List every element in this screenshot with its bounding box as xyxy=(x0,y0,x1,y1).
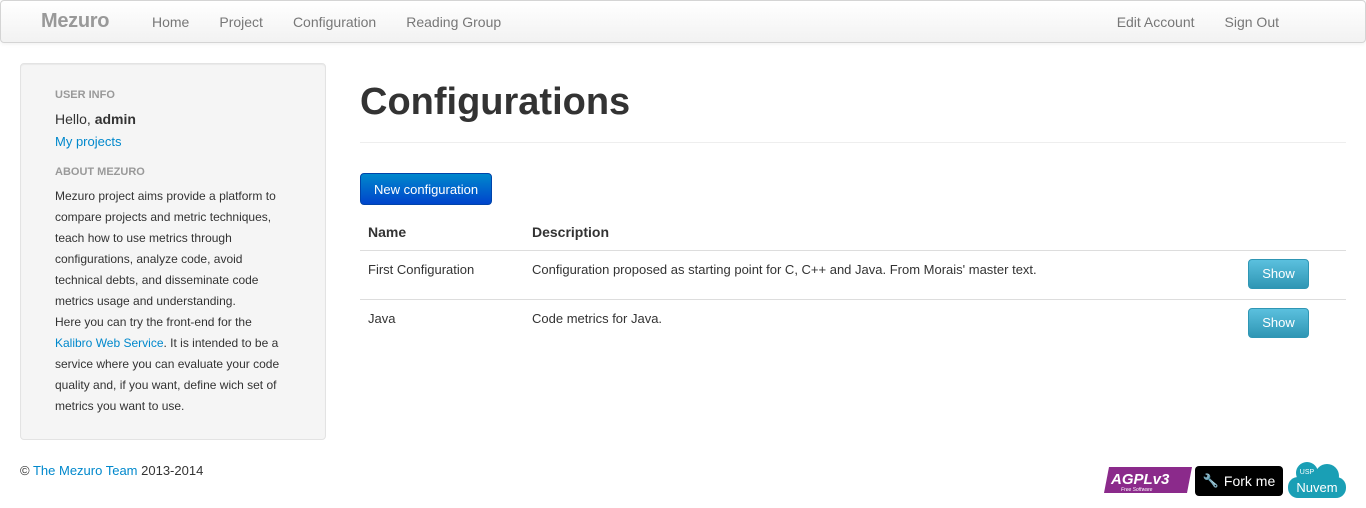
kalibro-link[interactable]: Kalibro Web Service xyxy=(55,336,164,350)
nav-right: Edit Account Sign Out xyxy=(1102,1,1294,41)
row-description: Configuration proposed as starting point… xyxy=(524,250,1240,300)
nuvem-badge[interactable]: USP Nuvem xyxy=(1286,461,1348,499)
greeting: Hello, admin xyxy=(38,109,308,129)
wrench-icon: 🔧 xyxy=(1202,473,1219,488)
nav-configuration-link[interactable]: Configuration xyxy=(278,1,391,41)
nav-left: Home Project Configuration Reading Group xyxy=(137,1,516,41)
show-button[interactable]: Show xyxy=(1248,308,1309,338)
about-text-part1: Mezuro project aims provide a platform t… xyxy=(55,189,276,308)
table-header-row: Name Description xyxy=(360,218,1346,251)
row-actions: Show xyxy=(1240,299,1346,348)
mezuro-team-link[interactable]: The Mezuro Team xyxy=(33,463,138,478)
fork-me-label: Fork me xyxy=(1223,473,1276,489)
footer-years: 2013-2014 xyxy=(141,463,204,478)
navbar: Mezuro Home Project Configuration Readin… xyxy=(0,0,1366,43)
user-info-header: USER INFO xyxy=(55,89,115,101)
row-actions: Show xyxy=(1240,250,1346,300)
brand-logo[interactable]: Mezuro xyxy=(41,10,110,33)
username: admin xyxy=(94,111,136,127)
nuvem-badge-label: Nuvem xyxy=(1296,480,1337,495)
row-description: Code metrics for Java. xyxy=(524,299,1240,348)
table-row: First Configuration Configuration propos… xyxy=(360,250,1346,300)
about-header: ABOUT MEZURO xyxy=(55,166,145,178)
title-divider xyxy=(360,142,1346,143)
my-projects-link[interactable]: My projects xyxy=(38,132,308,152)
page-title: Configurations xyxy=(360,81,631,123)
header-name: Name xyxy=(368,224,407,240)
nav-reading-group-link[interactable]: Reading Group xyxy=(391,1,516,41)
agpl-badge[interactable]: AGPLv3 Free Software xyxy=(1103,466,1192,494)
nuvem-badge-top: USP xyxy=(1300,469,1315,476)
fork-me-badge[interactable]: 🔧 Fork me xyxy=(1195,466,1283,496)
show-button[interactable]: Show xyxy=(1248,259,1309,289)
row-name: First Configuration xyxy=(360,250,524,300)
table-row: Java Code metrics for Java. Show xyxy=(360,299,1346,348)
about-text: Mezuro project aims provide a platform t… xyxy=(38,186,291,417)
configurations-table: Name Description First Configuration Con… xyxy=(360,218,1346,348)
about-text-part2: Here you can try the front-end for the xyxy=(55,315,252,329)
nav-project-link[interactable]: Project xyxy=(204,1,278,41)
nav-home-link[interactable]: Home xyxy=(137,1,204,41)
sidebar: USER INFO Hello, admin My projects ABOUT… xyxy=(20,63,326,440)
header-actions xyxy=(1240,218,1346,251)
row-name: Java xyxy=(360,299,524,348)
nav-sign-out-link[interactable]: Sign Out xyxy=(1210,1,1294,41)
nav-edit-account-link[interactable]: Edit Account xyxy=(1102,1,1210,41)
main-content: Configurations New configuration Name De… xyxy=(360,63,1346,348)
agpl-badge-text: AGPLv3 xyxy=(1110,471,1170,488)
greeting-prefix: Hello, xyxy=(55,111,95,127)
copyright-symbol: © xyxy=(20,463,30,478)
header-description: Description xyxy=(532,224,610,240)
new-configuration-button[interactable]: New configuration xyxy=(360,173,493,205)
agpl-badge-subtext: Free Software xyxy=(1121,487,1153,493)
footer: © The Mezuro Team 2013-2014 xyxy=(20,463,203,479)
